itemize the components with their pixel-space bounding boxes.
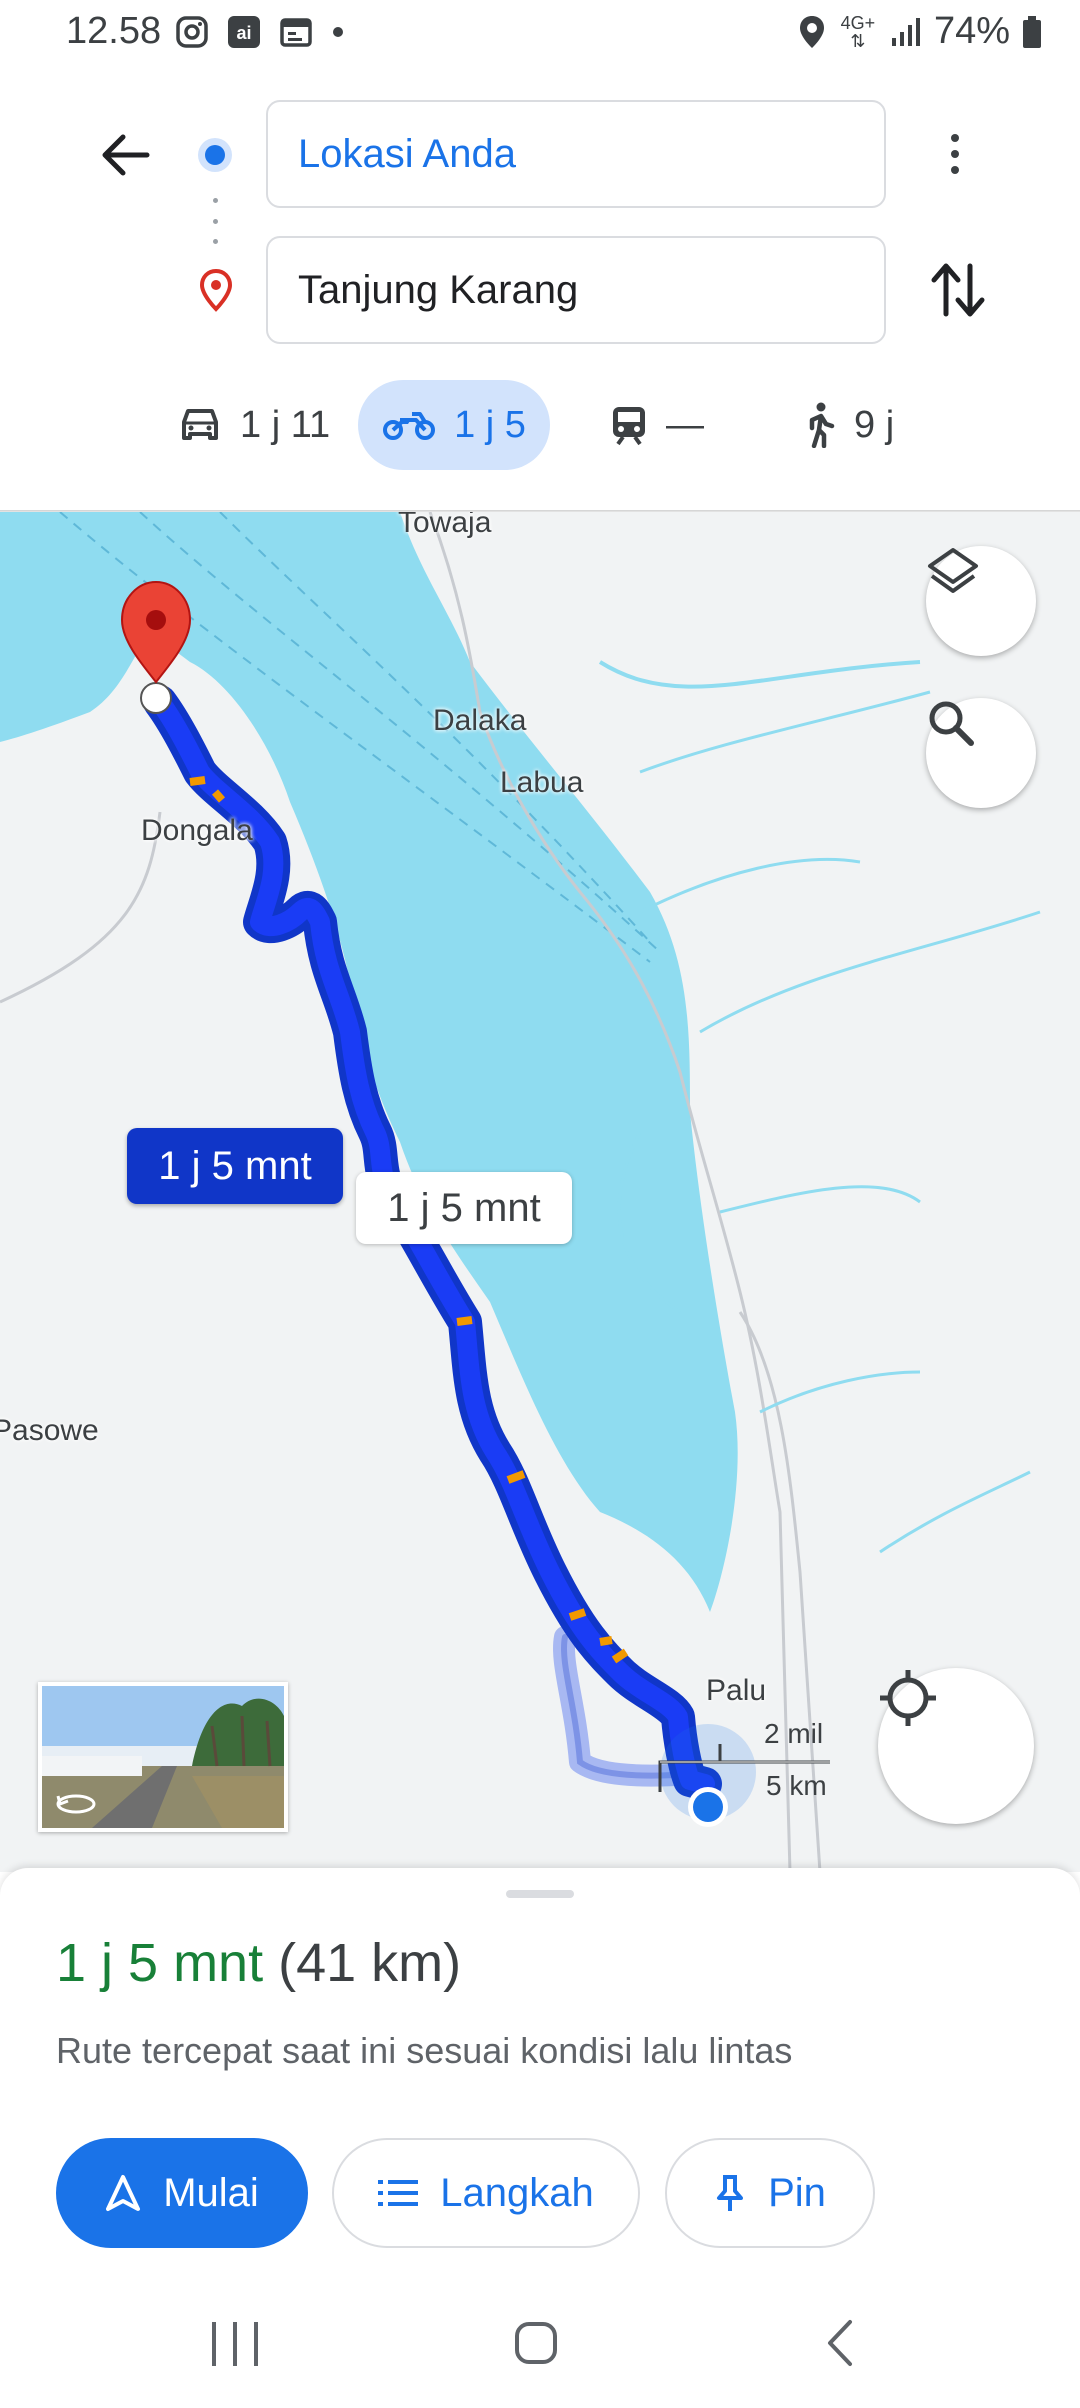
mode-tab-transit[interactable]: — — [610, 380, 704, 470]
scale-label-km: 5 km — [766, 1770, 827, 1801]
mode-tab-car[interactable]: 1 j 11 — [178, 380, 330, 470]
destination-marker-icon — [120, 580, 192, 684]
mode-motorcycle-time: 1 j 5 — [454, 403, 526, 446]
pin-icon — [717, 2175, 744, 2211]
steps-button[interactable]: Langkah — [332, 2138, 640, 2248]
list-icon — [378, 2180, 419, 2206]
origin-field[interactable]: Lokasi Anda — [266, 100, 886, 208]
pin-button-label: Pin — [768, 2170, 826, 2215]
search-icon — [929, 701, 974, 746]
map-label-palu: Palu — [706, 1674, 767, 1707]
map-label-towaja: Towaja — [398, 512, 492, 539]
my-location-icon — [880, 1670, 936, 1726]
ai-app-icon: ai — [228, 16, 260, 48]
route-connector-dots — [213, 198, 219, 244]
my-location-button[interactable] — [878, 1668, 1034, 1824]
route-duration-label-alternate[interactable]: 1 j 5 mnt — [356, 1172, 572, 1244]
car-icon — [182, 409, 218, 440]
battery-icon — [1023, 15, 1041, 48]
mode-walk-time: 9 j — [854, 403, 895, 446]
svg-text:ai: ai — [236, 23, 251, 43]
back-button[interactable] — [90, 120, 160, 190]
sheet-drag-handle[interactable] — [506, 1890, 574, 1898]
layers-icon — [928, 548, 978, 593]
mode-car-time: 1 j 11 — [240, 403, 331, 446]
train-icon — [613, 407, 645, 446]
map-label-pasowe: Pasowe — [0, 1414, 99, 1447]
mode-transit-time: — — [666, 403, 704, 446]
pin-button[interactable]: Pin — [665, 2138, 875, 2248]
nav-back-button[interactable] — [822, 2318, 856, 2373]
nav-back-icon — [828, 2320, 852, 2366]
street-view-rotate-icon — [56, 1794, 96, 1814]
route-summary: 1 j 5 mnt (41 km) — [56, 1932, 461, 1994]
location-icon — [799, 15, 824, 48]
signal-icon — [891, 17, 920, 46]
map-label-dongala: Dongala — [141, 814, 253, 847]
navigation-arrow-icon — [106, 2175, 141, 2211]
nav-recents-button[interactable] — [212, 2322, 258, 2366]
walk-icon — [809, 402, 835, 448]
nav-home-button[interactable] — [515, 2322, 557, 2364]
status-right: 4G+ ⇅ 74% — [798, 10, 1042, 53]
route-description: Rute tercepat saat ini sesuai kondisi la… — [56, 2030, 793, 2071]
dot-icon — [333, 27, 343, 37]
status-bar: 12.58 ai 4G+ ⇅ 74% — [0, 0, 1080, 68]
mode-tab-walk[interactable]: 9 j — [800, 380, 894, 470]
more-vert-icon[interactable] — [930, 124, 980, 184]
network-type: 4G+ ⇅ — [840, 12, 876, 51]
motorcycle-icon — [383, 412, 436, 440]
steps-button-label: Langkah — [440, 2170, 594, 2215]
status-time: 12.58 — [66, 10, 162, 52]
calendar-icon — [280, 18, 312, 47]
route-duration: 1 j 5 mnt — [56, 1933, 264, 1993]
start-button-label: Mulai — [163, 2170, 259, 2215]
route-duration-label-primary[interactable]: 1 j 5 mnt — [127, 1128, 343, 1204]
destination-field[interactable]: Tanjung Karang — [266, 236, 886, 344]
layers-button[interactable] — [926, 546, 1036, 656]
back-arrow-icon — [102, 134, 150, 176]
search-along-route-button[interactable] — [926, 698, 1036, 808]
swap-icon[interactable] — [928, 258, 988, 322]
mode-tab-motorcycle[interactable]: 1 j 5 — [358, 380, 550, 470]
battery-percent: 74% — [933, 10, 1010, 52]
start-button[interactable]: Mulai — [56, 2138, 308, 2248]
street-view-thumbnail[interactable] — [38, 1682, 288, 1832]
route-distance: (41 km) — [278, 1933, 462, 1993]
origin-dot-icon — [198, 138, 232, 172]
status-app-icons: ai — [175, 14, 345, 50]
map-view[interactable]: Towaja Dalaka Labua Dongala Pasowe Palu … — [0, 512, 1080, 1872]
map-label-labua: Labua — [500, 766, 584, 799]
instagram-icon — [176, 16, 208, 48]
scale-label-miles: 2 mil — [764, 1718, 824, 1749]
map-label-dalaka: Dalaka — [433, 704, 527, 737]
destination-pin-icon — [197, 268, 235, 317]
